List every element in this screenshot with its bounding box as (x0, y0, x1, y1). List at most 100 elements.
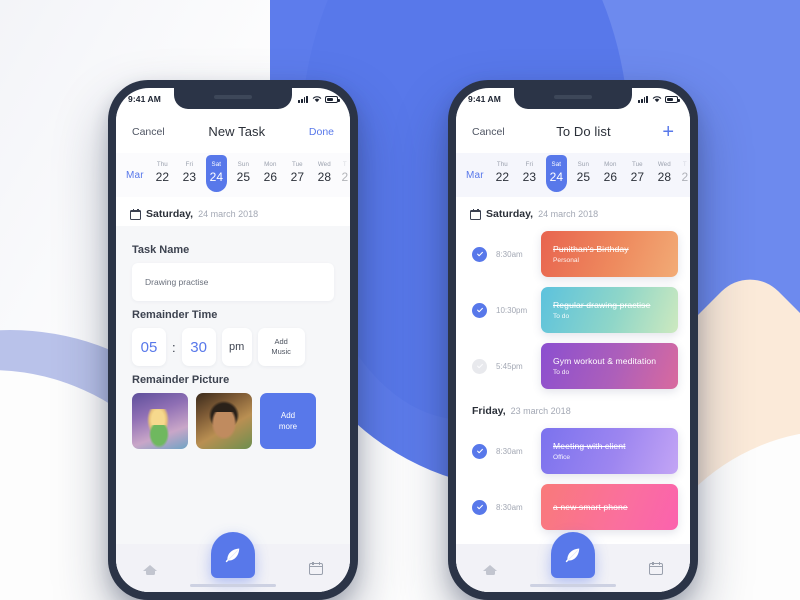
status-icons (298, 95, 340, 103)
task-checkbox-checked[interactable] (472, 302, 487, 318)
date-weekday: Thu (156, 161, 168, 168)
date-strip-month: Mar (466, 169, 484, 181)
task-checkbox-checked[interactable] (472, 443, 487, 459)
date-weekday: Sun (237, 161, 249, 168)
compose-fab[interactable] (551, 532, 595, 578)
calendar-icon[interactable] (649, 561, 664, 575)
task-row[interactable]: 8:30am a new smart phone (456, 479, 690, 535)
add-music-line1: Add (274, 336, 288, 346)
task-row[interactable]: 10:30pm Regular drawing practise To do (456, 282, 690, 338)
task-card[interactable]: Punithan's Birthday Personal (541, 231, 678, 277)
date-weekday: Fri (525, 161, 534, 168)
compose-fab[interactable] (211, 532, 255, 578)
task-card[interactable]: Regular drawing practise To do (541, 287, 678, 333)
date-cell[interactable]: Thu 22 (489, 159, 516, 184)
date-number: 25 (576, 170, 590, 184)
task-time: 5:45pm (496, 361, 523, 371)
task-time: 10:30pm (496, 305, 528, 315)
date-cell-partial[interactable]: T2 (338, 159, 350, 184)
page-title: New Task (208, 124, 266, 139)
task-checkbox-checked[interactable] (472, 499, 487, 515)
date-cell[interactable]: Fri 23 (516, 159, 543, 184)
date-cell[interactable]: Sun 25 (230, 159, 257, 184)
feather-icon (225, 548, 240, 563)
date-weekday: Mon (264, 161, 277, 168)
page-title: To Do list (556, 124, 611, 139)
date-cell[interactable]: Thu 22 (149, 159, 176, 184)
time-separator: : (172, 339, 176, 355)
moana-thumbnail[interactable] (196, 393, 252, 449)
signal-bars-icon (638, 95, 648, 103)
home-indicator (530, 583, 616, 587)
date-strip[interactable]: Mar Thu 22 Fri 23 Sat 24 Sun 25 Mon 26 Tue 27 … (116, 153, 350, 197)
navigation-bar: Cancel To Do list + (456, 110, 690, 153)
calendar-icon[interactable] (309, 561, 324, 575)
section-header: Friday, 23 march 2018 (456, 394, 690, 423)
hour-field[interactable]: 05 (132, 328, 166, 366)
date-number: 27 (630, 170, 644, 184)
date-cell-partial[interactable]: T2 (678, 159, 690, 184)
done-button[interactable]: Done (309, 126, 334, 138)
tinkerbell-thumbnail[interactable] (132, 393, 188, 449)
date-number: 22 (495, 170, 509, 184)
remainder-time-label: Remainder Time (132, 309, 218, 321)
add-task-button[interactable]: + (662, 122, 674, 142)
add-more-line2: more (278, 422, 298, 431)
day-header: Saturday, 24 march 2018 (116, 197, 350, 226)
task-row[interactable]: 8:30am Meeting with client Office (456, 423, 690, 479)
date-cell[interactable]: Wed 28 (651, 159, 678, 184)
home-icon[interactable] (482, 561, 498, 575)
task-card[interactable]: Meeting with client Office (541, 428, 678, 474)
cancel-button[interactable]: Cancel (472, 126, 505, 138)
home-indicator (190, 583, 276, 587)
date-number: 26 (603, 170, 617, 184)
battery-icon (325, 95, 340, 103)
task-title: Regular drawing practise (553, 300, 651, 310)
task-checkbox-unchecked[interactable] (472, 358, 487, 374)
task-name-label: Task Name (132, 244, 190, 256)
date-strip-cells: Thu 22 Fri 23 Sat 24 Sun 25 Mon 26 Tue 27 Wed 2… (149, 155, 350, 192)
date-cell[interactable]: Wed 28 (311, 159, 338, 184)
remainder-picture-row: Add more (132, 393, 334, 449)
wifi-icon (312, 96, 321, 103)
phone-new-task: 9:41 AM Cancel New Task Done Mar Thu 22 … (108, 80, 358, 600)
add-music-line2: Music (271, 347, 291, 356)
status-icons (638, 95, 680, 103)
date-weekday: Thu (496, 161, 508, 168)
date-cell[interactable]: Mon 26 (257, 159, 284, 184)
minute-field[interactable]: 30 (181, 328, 216, 366)
task-row[interactable]: 5:45pm Gym workout & meditation To do (456, 338, 690, 394)
add-more-button[interactable]: Add more (260, 393, 316, 449)
day-header-weekday: Saturday, (146, 208, 194, 220)
date-cell[interactable]: Tue 27 (624, 159, 651, 184)
date-cell[interactable]: Sun 25 (570, 159, 597, 184)
date-cell[interactable]: Tue 27 (284, 159, 311, 184)
date-weekday: Wed (657, 161, 671, 168)
date-weekday: T (682, 161, 687, 168)
ampm-toggle[interactable]: pm (221, 328, 252, 366)
date-strip[interactable]: Mar Thu 22 Fri 23 Sat 24 Sun 25 Mon 26 Tue 27 … (456, 153, 690, 197)
calendar-icon (470, 208, 481, 220)
add-music-button[interactable]: Add Music (257, 328, 305, 366)
date-cell[interactable]: Mon 26 (597, 159, 624, 184)
section-date: 24 march 2018 (538, 209, 599, 219)
date-number: 2 (681, 170, 689, 184)
task-card[interactable]: a new smart phone (541, 484, 678, 530)
task-checkbox-checked[interactable] (472, 246, 487, 262)
cancel-button[interactable]: Cancel (132, 126, 165, 138)
date-cell-selected[interactable]: Sat 24 (203, 155, 230, 192)
date-number: 28 (317, 170, 331, 184)
task-name-input[interactable]: Drawing practise (132, 263, 334, 301)
date-weekday: Tue (631, 161, 643, 168)
date-weekday: Wed (317, 161, 331, 168)
screen-todo-list: 9:41 AM Cancel To Do list + Mar Thu 22 F… (456, 88, 690, 592)
date-cell-selected[interactable]: Sat 24 (543, 155, 570, 192)
home-icon[interactable] (142, 561, 158, 575)
task-category: Office (553, 454, 571, 461)
check-icon (476, 307, 483, 313)
task-row[interactable]: 8:30am Punithan's Birthday Personal (456, 226, 690, 282)
feather-icon (565, 548, 580, 563)
date-cell[interactable]: Fri 23 (176, 159, 203, 184)
task-card[interactable]: Gym workout & meditation To do (541, 343, 678, 389)
date-weekday: Fri (185, 161, 194, 168)
